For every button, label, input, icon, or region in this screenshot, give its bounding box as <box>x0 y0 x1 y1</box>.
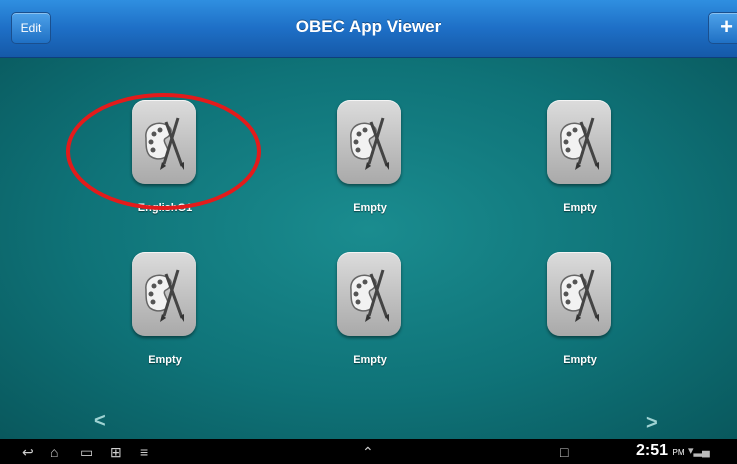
prev-page-arrow[interactable]: < <box>94 410 106 433</box>
back-icon[interactable]: ↩ <box>22 444 34 461</box>
app-label: Empty <box>563 202 597 214</box>
app-icon[interactable] <box>337 252 401 336</box>
palette-icon <box>350 269 389 322</box>
palette-icon <box>560 117 599 170</box>
app-icon[interactable] <box>547 252 611 336</box>
app-tile[interactable]: Empty <box>515 252 645 392</box>
recent-apps-icon[interactable]: ▭ <box>80 444 93 461</box>
app-label: Empty <box>353 202 387 214</box>
menu-icon[interactable]: ≡ <box>140 444 148 460</box>
screenshot-icon[interactable]: ⊞ <box>110 444 122 461</box>
app-icon[interactable] <box>132 252 196 336</box>
app-tile[interactable]: Empty <box>100 252 230 392</box>
palette-icon <box>350 117 389 170</box>
palette-icon <box>145 269 184 322</box>
usb-icon: □ <box>560 444 569 460</box>
status-clock: 2:51 PM <box>636 442 685 459</box>
app-tile[interactable]: Empty <box>515 100 645 240</box>
signal-icon: ▾▂▄ <box>688 445 710 457</box>
up-icon[interactable]: ⌃ <box>362 444 374 461</box>
system-navigation-bar: ↩ ⌂ ▭ ⊞ ≡ ⌃ □ 2:51 PM ▾▂▄ <box>0 439 737 464</box>
app-tile[interactable]: Empty <box>305 252 435 392</box>
app-header: Edit OBEC App Viewer + <box>0 0 737 58</box>
app-label: Empty <box>353 354 387 366</box>
app-tile[interactable]: Empty <box>305 100 435 240</box>
add-button[interactable]: + <box>708 12 737 44</box>
app-icon[interactable] <box>547 100 611 184</box>
home-icon[interactable]: ⌂ <box>50 444 58 460</box>
palette-icon <box>560 269 599 322</box>
highlight-circle <box>66 93 261 210</box>
app-label: Empty <box>563 354 597 366</box>
app-icon[interactable] <box>337 100 401 184</box>
page-title: OBEC App Viewer <box>295 17 442 36</box>
app-label: Empty <box>148 354 182 366</box>
next-page-arrow[interactable]: > <box>646 412 658 435</box>
